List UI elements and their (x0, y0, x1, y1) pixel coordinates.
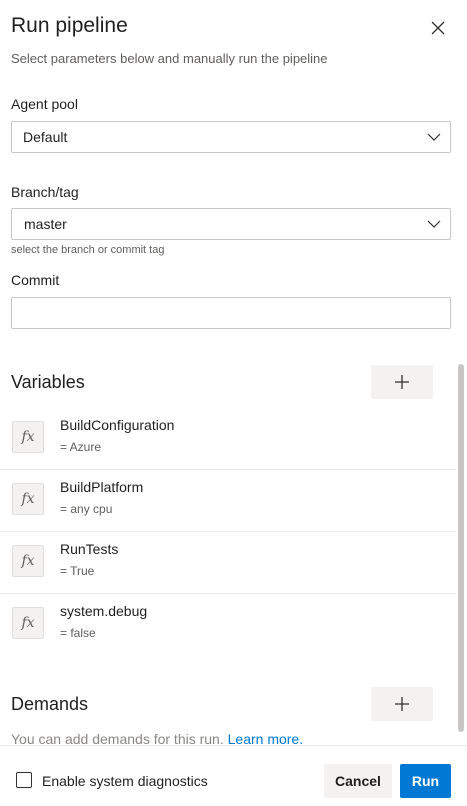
variable-row-buildplatform[interactable]: fx BuildPlatform = any cpu (0, 470, 456, 532)
branch-help-text: select the branch or commit tag (11, 244, 165, 256)
agent-pool-label: Agent pool (11, 96, 78, 112)
fx-icon: fx (12, 483, 44, 515)
commit-label: Commit (11, 272, 60, 288)
close-button[interactable] (427, 17, 449, 39)
variable-name: BuildConfiguration (60, 417, 175, 433)
fx-icon: fx (12, 545, 44, 577)
run-pipeline-panel: Run pipeline Select parameters below and… (0, 0, 467, 806)
variable-row-runtests[interactable]: fx RunTests = True (0, 532, 456, 594)
panel-subtitle: Select parameters below and manually run… (11, 51, 328, 66)
variable-value: = false (60, 626, 96, 640)
panel-footer: Enable system diagnostics Cancel Run (0, 745, 467, 806)
agent-pool-value: Default (23, 129, 68, 145)
branch-label: Branch/tag (11, 184, 79, 200)
system-diagnostics-label[interactable]: Enable system diagnostics (42, 773, 208, 789)
chevron-down-icon (418, 209, 450, 239)
panel-title: Run pipeline (11, 14, 128, 37)
variable-value: = any cpu (60, 502, 113, 516)
fx-icon: fx (12, 607, 44, 639)
plus-icon (395, 697, 409, 711)
branch-value: master (24, 216, 67, 232)
cancel-button[interactable]: Cancel (324, 764, 392, 798)
variable-value: = True (60, 564, 95, 578)
agent-pool-select[interactable]: Default (11, 121, 451, 153)
variable-row-system-debug[interactable]: fx system.debug = false (0, 594, 456, 656)
close-icon (431, 21, 445, 35)
variable-name: RunTests (60, 541, 119, 557)
fx-icon: fx (12, 421, 44, 453)
variable-name: system.debug (60, 603, 148, 619)
plus-icon (395, 375, 409, 389)
add-variable-button[interactable] (371, 365, 433, 399)
chevron-down-icon (418, 122, 450, 152)
add-demand-button[interactable] (371, 687, 433, 721)
branch-select[interactable]: master (11, 208, 451, 240)
run-button[interactable]: Run (400, 764, 451, 798)
variables-title: Variables (11, 372, 85, 392)
variable-value: = Azure (60, 440, 102, 454)
commit-input[interactable] (11, 297, 451, 329)
variable-name: BuildPlatform (60, 479, 144, 495)
demands-title: Demands (11, 694, 89, 714)
scrollbar-thumb[interactable] (458, 364, 464, 732)
system-diagnostics-checkbox[interactable] (16, 772, 32, 788)
variable-row-buildconfiguration[interactable]: fx BuildConfiguration = Azure (0, 408, 456, 470)
